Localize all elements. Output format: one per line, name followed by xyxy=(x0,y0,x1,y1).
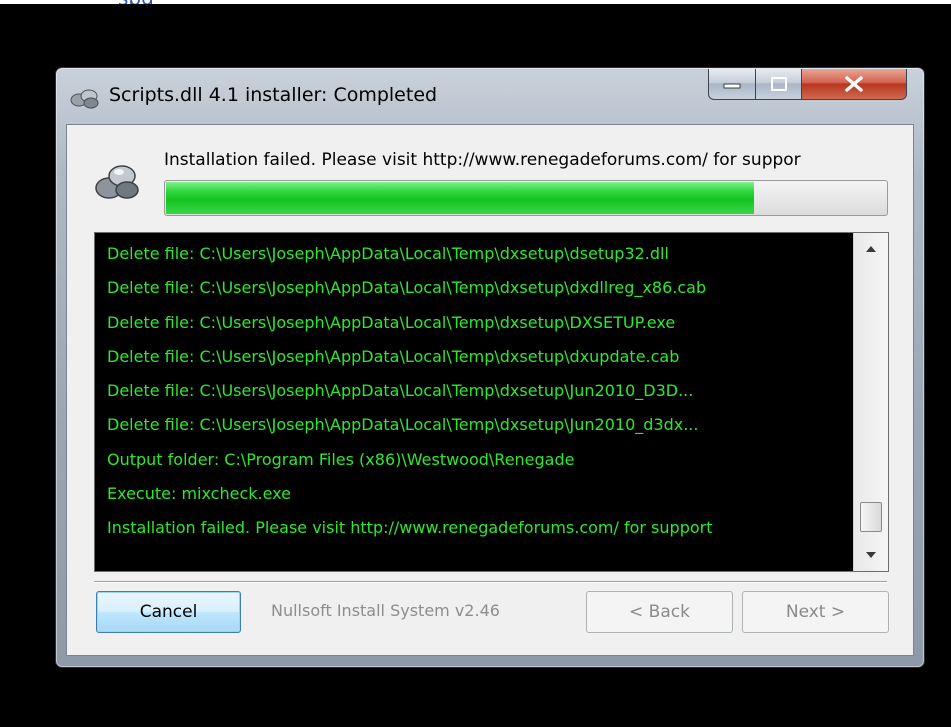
scroll-up-icon[interactable] xyxy=(854,235,888,263)
scroll-down-icon[interactable] xyxy=(854,541,888,569)
top-strip: spg xyxy=(0,0,951,4)
log-line: Execute: mixcheck.exe xyxy=(107,484,291,504)
installer-app-icon xyxy=(70,89,99,109)
next-button[interactable]: Next > xyxy=(742,591,889,633)
close-button[interactable] xyxy=(801,69,907,100)
log-lines: Delete file: C:\Users\Joseph\AppData\Loc… xyxy=(107,237,847,546)
log-line: Delete file: C:\Users\Joseph\AppData\Loc… xyxy=(107,312,676,332)
log-line: Delete file: C:\Users\Joseph\AppData\Loc… xyxy=(107,381,694,401)
close-icon xyxy=(845,76,863,92)
maximize-button[interactable] xyxy=(755,69,802,100)
log-line: Delete file: C:\Users\Joseph\AppData\Loc… xyxy=(107,278,707,298)
progress-bar xyxy=(164,180,888,216)
separator xyxy=(94,581,887,583)
back-button[interactable]: < Back xyxy=(586,591,733,633)
progress-fill xyxy=(166,182,755,214)
minimize-button[interactable] xyxy=(708,69,756,100)
log-line: Delete file: C:\Users\Joseph\AppData\Loc… xyxy=(107,244,669,263)
status-message: Installation failed. Please visit http:/… xyxy=(164,150,801,170)
top-link[interactable]: spg xyxy=(118,0,154,4)
installer-window: Scripts.dll 4.1 installer: Completed Ins… xyxy=(55,67,925,668)
title-bar[interactable]: Scripts.dll 4.1 installer: Completed xyxy=(56,68,924,120)
log-line: Delete file: C:\Users\Joseph\AppData\Loc… xyxy=(107,415,699,435)
window-title: Scripts.dll 4.1 installer: Completed xyxy=(109,84,438,106)
minimize-icon xyxy=(723,83,741,89)
installer-header-icon xyxy=(95,165,139,199)
maximize-icon xyxy=(770,77,787,91)
branding-text: Nullsoft Install System v2.46 xyxy=(271,601,500,620)
log-line: Delete file: C:\Users\Joseph\AppData\Loc… xyxy=(107,346,680,366)
log-scrollbar[interactable] xyxy=(853,233,888,571)
log-line: Output folder: C:\Program Files (x86)\We… xyxy=(107,449,575,469)
log-line: Installation failed. Please visit http:/… xyxy=(107,518,713,538)
cancel-button[interactable]: Cancel xyxy=(96,591,241,633)
details-log[interactable]: Delete file: C:\Users\Joseph\AppData\Loc… xyxy=(94,232,889,572)
installer-panel: Installation failed. Please visit http:/… xyxy=(66,124,914,656)
scroll-thumb[interactable] xyxy=(860,502,882,532)
